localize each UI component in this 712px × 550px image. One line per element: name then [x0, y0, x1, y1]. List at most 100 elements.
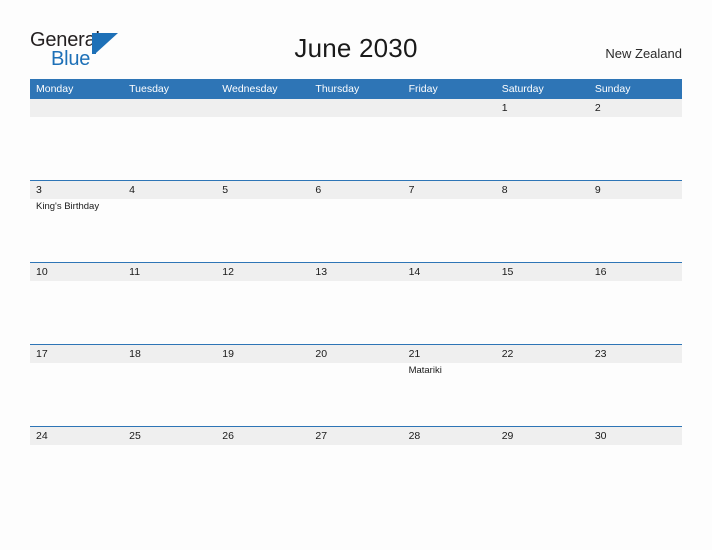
day-number: 29: [495, 427, 589, 445]
day-events: [496, 445, 589, 446]
day-events: [309, 281, 402, 282]
calendar-day-cell[interactable]: 29: [495, 426, 589, 508]
calendar-week-row: 17 18 19 20 21 Matariki 22 23: [30, 344, 682, 427]
day-number: 30: [588, 427, 682, 445]
day-number: 15: [495, 263, 589, 281]
calendar-day-cell[interactable]: 26: [216, 426, 310, 508]
day-events: [309, 117, 402, 118]
day-events: [496, 199, 589, 200]
calendar-day-cell[interactable]: 1: [495, 99, 589, 181]
day-number: 19: [216, 345, 310, 363]
day-number: 18: [123, 345, 217, 363]
day-events: [216, 363, 309, 364]
day-events: [403, 199, 496, 200]
day-events: [216, 117, 309, 118]
day-events: [123, 445, 216, 446]
day-number: 9: [588, 181, 682, 199]
day-number: 10: [30, 263, 124, 281]
weekday-header-monday: Monday: [30, 79, 124, 99]
calendar-day-cell[interactable]: 16: [588, 262, 682, 345]
day-number: 11: [123, 263, 217, 281]
day-events: [30, 281, 123, 282]
calendar-day-cell[interactable]: 12: [216, 262, 310, 345]
day-number: 24: [30, 427, 124, 445]
calendar-day-cell[interactable]: 11: [123, 262, 217, 345]
calendar-day-cell[interactable]: 13: [309, 262, 403, 345]
day-events: [403, 445, 496, 446]
day-number: 14: [402, 263, 496, 281]
calendar-day-cell[interactable]: 27: [309, 426, 403, 508]
day-number: 28: [402, 427, 496, 445]
day-events: [403, 281, 496, 282]
calendar-day-cell[interactable]: 10: [30, 262, 124, 345]
calendar-day-cell[interactable]: 15: [495, 262, 589, 345]
calendar-week-row: 24 25 26 27 28 29 30: [30, 426, 682, 508]
weekday-header-sunday: Sunday: [588, 79, 682, 99]
calendar-day-cell[interactable]: 4: [123, 180, 217, 263]
calendar-day-cell[interactable]: 30: [588, 426, 682, 508]
day-events: [30, 117, 123, 118]
calendar-day-cell[interactable]: 2: [588, 99, 682, 181]
day-number: 23: [588, 345, 682, 363]
calendar-day-cell[interactable]: 22: [495, 344, 589, 427]
day-events: [589, 117, 682, 118]
calendar-day-cell[interactable]: 28: [402, 426, 496, 508]
day-number: 4: [123, 181, 217, 199]
calendar-table: Monday Tuesday Wednesday Thursday Friday…: [30, 79, 682, 508]
day-events: [216, 445, 309, 446]
day-events: Matariki: [403, 363, 496, 377]
weekday-header-tuesday: Tuesday: [123, 79, 217, 99]
calendar-day-cell[interactable]: 19: [216, 344, 310, 427]
calendar-day-cell[interactable]: 24: [30, 426, 124, 508]
page-header: General Blue June 2030 New Zealand: [0, 0, 712, 78]
calendar-empty-cell: [216, 99, 310, 181]
calendar-empty-cell: [309, 99, 403, 181]
day-events: [309, 363, 402, 364]
calendar-day-cell[interactable]: 8: [495, 180, 589, 263]
weekday-header-thursday: Thursday: [309, 79, 403, 99]
weekday-header-saturday: Saturday: [495, 79, 589, 99]
calendar-day-cell[interactable]: 14: [402, 262, 496, 345]
day-number: 1: [495, 99, 589, 117]
day-events: King's Birthday: [30, 199, 123, 213]
day-number: 2: [588, 99, 682, 117]
day-number: 22: [495, 345, 589, 363]
calendar-day-cell[interactable]: 25: [123, 426, 217, 508]
calendar-day-cell[interactable]: 23: [588, 344, 682, 427]
calendar-body: 1 2 3 King's Birthday 4 5 6 7 8 9 10 11 12 13 14 15 16 17…: [30, 99, 682, 508]
calendar-day-cell[interactable]: 18: [123, 344, 217, 427]
day-events: [496, 117, 589, 118]
calendar-empty-cell: [123, 99, 217, 181]
calendar-day-cell[interactable]: 20: [309, 344, 403, 427]
day-number: 6: [309, 181, 403, 199]
calendar-day-cell[interactable]: 3 King's Birthday: [30, 180, 124, 263]
calendar-day-cell[interactable]: 17: [30, 344, 124, 427]
day-events: [403, 117, 496, 118]
day-number: 12: [216, 263, 310, 281]
day-number: 25: [123, 427, 217, 445]
day-number: 17: [30, 345, 124, 363]
day-events: [123, 199, 216, 200]
day-number: 27: [309, 427, 403, 445]
day-events: [589, 281, 682, 282]
calendar-day-cell[interactable]: 5: [216, 180, 310, 263]
calendar-day-cell[interactable]: 9: [588, 180, 682, 263]
day-events: [496, 281, 589, 282]
day-events: [30, 445, 123, 446]
calendar-empty-cell: [30, 99, 124, 181]
day-events: [309, 445, 402, 446]
day-events: [589, 363, 682, 364]
day-number: [402, 99, 496, 117]
day-number: 21: [402, 345, 496, 363]
weekday-header-wednesday: Wednesday: [216, 79, 310, 99]
day-number: [30, 99, 124, 117]
calendar-week-row: 10 11 12 13 14 15 16: [30, 262, 682, 345]
calendar-week-row: 12: [30, 99, 682, 181]
day-number: [309, 99, 403, 117]
calendar-day-cell[interactable]: 7: [402, 180, 496, 263]
calendar-day-cell[interactable]: 6: [309, 180, 403, 263]
day-number: 13: [309, 263, 403, 281]
day-events: [309, 199, 402, 200]
day-number: 20: [309, 345, 403, 363]
calendar-day-cell[interactable]: 21 Matariki: [402, 344, 496, 427]
